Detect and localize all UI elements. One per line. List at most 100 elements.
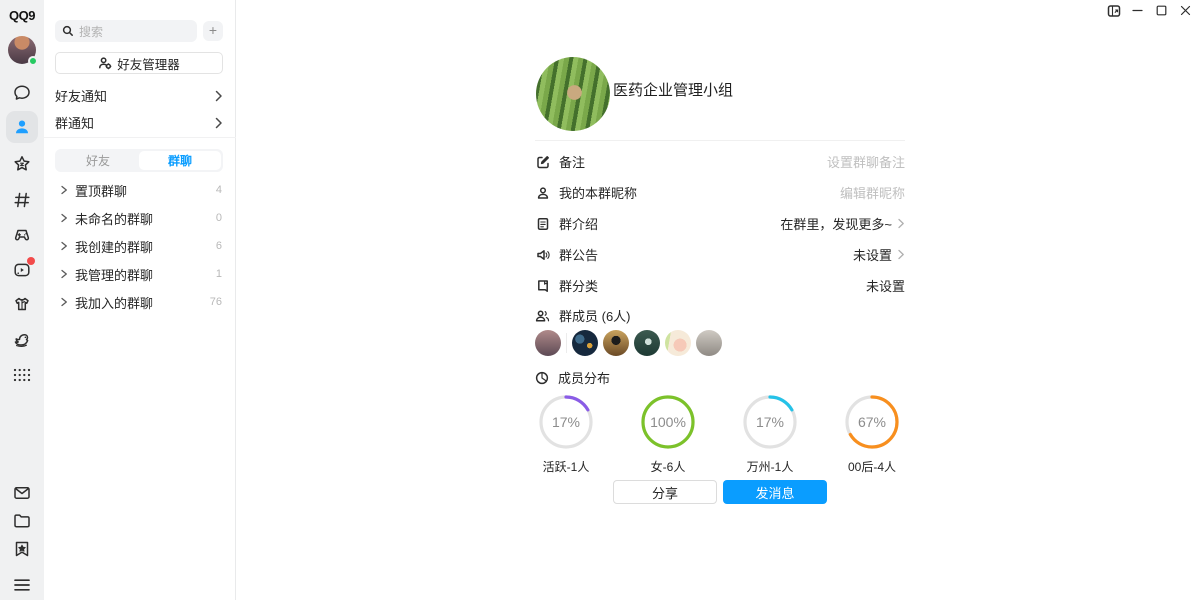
- messages-icon[interactable]: [6, 77, 38, 109]
- group-avatar[interactable]: [536, 57, 610, 131]
- expand-chevron-icon: [60, 213, 68, 223]
- collections-icon[interactable]: [6, 533, 38, 565]
- member-avatars: [535, 330, 722, 356]
- group-category-row[interactable]: 我加入的群聊 76: [44, 288, 236, 316]
- donut-percent: 17%: [741, 393, 799, 451]
- donut-chart: 17% 活跃-1人: [515, 393, 617, 475]
- nickname-icon: [535, 186, 550, 200]
- panel-toggle-icon[interactable]: [1106, 3, 1121, 18]
- online-status-dot: [28, 56, 38, 66]
- group-notice-row[interactable]: 群通知: [44, 109, 236, 136]
- category-icon: [535, 279, 550, 293]
- search-input[interactable]: 搜索: [55, 20, 197, 42]
- edit-note-icon: [535, 155, 550, 169]
- game-controller-icon[interactable]: [6, 219, 38, 251]
- donut-label: 女-6人: [617, 458, 719, 475]
- contacts-panel: 搜索 + 好友管理器 好友通知 群通知 好友 群聊 置顶群聊 4: [44, 0, 236, 600]
- panel-separator: [44, 137, 236, 138]
- donut-label: 00后-4人: [821, 458, 923, 475]
- tab[interactable]: 好友: [57, 151, 139, 170]
- members-icon: [535, 309, 550, 323]
- field-row[interactable]: 备注 设置群聊备注: [535, 146, 905, 177]
- menu-icon[interactable]: [6, 569, 38, 601]
- member-avatar[interactable]: [696, 330, 722, 356]
- owner-separator: [566, 333, 567, 353]
- donut-label: 万州-1人: [719, 458, 821, 475]
- member-distribution-charts: 17% 活跃-1人 100% 女-6人: [515, 393, 923, 475]
- expand-chevron-icon: [60, 297, 68, 307]
- window-controls: [1106, 3, 1193, 18]
- group-intro-icon: [535, 217, 550, 231]
- group-count: 76: [210, 296, 222, 308]
- friend-notice-row[interactable]: 好友通知: [44, 82, 236, 109]
- group-count: 4: [216, 184, 222, 196]
- field-value: 编辑群昵称: [840, 183, 905, 202]
- donut-percent: 100%: [639, 393, 697, 451]
- field-value: 未设置: [866, 276, 905, 295]
- announcement-icon: [535, 248, 550, 262]
- expand-chevron-icon: [60, 241, 68, 251]
- notification-badge: [27, 257, 35, 265]
- group-count: 0: [216, 212, 222, 224]
- duck-icon[interactable]: [6, 324, 38, 356]
- group-count: 1: [216, 268, 222, 280]
- distribution-section-label: 成员分布: [535, 368, 610, 387]
- minimize-button[interactable]: [1130, 3, 1145, 18]
- search-placeholder: 搜索: [79, 23, 103, 40]
- field-row[interactable]: 群公告 未设置: [535, 239, 905, 270]
- share-button[interactable]: 分享: [613, 480, 717, 504]
- members-section-label: 群成员 (6人): [535, 306, 631, 325]
- field-value: 在群里，发现更多~: [780, 214, 892, 233]
- chevron-right-icon: [214, 117, 223, 129]
- chevron-right-icon: [214, 90, 223, 102]
- user-avatar[interactable]: [8, 36, 36, 64]
- member-avatar[interactable]: [603, 330, 629, 356]
- donut-percent: 67%: [843, 393, 901, 451]
- friend-manager-button[interactable]: 好友管理器: [55, 52, 223, 74]
- donut-chart: 17% 万州-1人: [719, 393, 821, 475]
- maximize-button[interactable]: [1154, 3, 1169, 18]
- member-avatar[interactable]: [665, 330, 691, 356]
- field-row[interactable]: 群分类 未设置: [535, 270, 905, 301]
- add-button[interactable]: +: [203, 21, 223, 41]
- channels-hash-icon[interactable]: [6, 184, 38, 216]
- donut-chart: 67% 00后-4人: [821, 393, 923, 475]
- expand-chevron-icon: [60, 185, 68, 195]
- short-video-icon[interactable]: [6, 254, 38, 286]
- group-name: 医药企业管理小组: [613, 79, 733, 100]
- field-row[interactable]: 我的本群昵称 编辑群昵称: [535, 177, 905, 208]
- left-rail: QQ9: [0, 0, 44, 600]
- donut-percent: 17%: [537, 393, 595, 451]
- donut-chart: 100% 女-6人: [617, 393, 719, 475]
- field-row[interactable]: 群介绍 在群里，发现更多~: [535, 208, 905, 239]
- qzone-star-icon[interactable]: [6, 148, 38, 180]
- close-button[interactable]: [1178, 3, 1193, 18]
- member-avatar[interactable]: [572, 330, 598, 356]
- contacts-icon[interactable]: [6, 111, 38, 143]
- contact-tabs: 好友 群聊: [55, 149, 223, 172]
- group-category-row[interactable]: 我管理的群聊 1: [44, 260, 236, 288]
- dress-up-icon[interactable]: [6, 288, 38, 320]
- chevron-right-icon: [897, 249, 905, 260]
- header-divider: [535, 140, 905, 141]
- donut-label: 活跃-1人: [515, 458, 617, 475]
- send-message-button[interactable]: 发消息: [723, 480, 827, 504]
- group-count: 6: [216, 240, 222, 252]
- field-value: 未设置: [853, 245, 892, 264]
- friend-manager-icon: [98, 56, 112, 70]
- expand-chevron-icon: [60, 269, 68, 279]
- group-fields: 备注 设置群聊备注 我的本群昵称 编辑群昵称: [535, 146, 905, 301]
- pie-chart-icon: [535, 371, 549, 385]
- member-avatar-owner[interactable]: [535, 330, 561, 356]
- chevron-right-icon: [897, 218, 905, 229]
- member-avatar[interactable]: [634, 330, 660, 356]
- group-category-row[interactable]: 未命名的群聊 0: [44, 204, 236, 232]
- field-value: 设置群聊备注: [827, 152, 905, 171]
- group-category-row[interactable]: 置顶群聊 4: [44, 176, 236, 204]
- group-category-list: 置顶群聊 4 未命名的群聊 0 我创建的群聊 6 我管理的群聊 1: [44, 176, 236, 316]
- app-logo: QQ9: [0, 8, 44, 23]
- tab[interactable]: 群聊: [139, 151, 221, 170]
- group-category-row[interactable]: 我创建的群聊 6: [44, 232, 236, 260]
- search-icon: [62, 25, 74, 37]
- apps-grid-icon[interactable]: [6, 359, 38, 391]
